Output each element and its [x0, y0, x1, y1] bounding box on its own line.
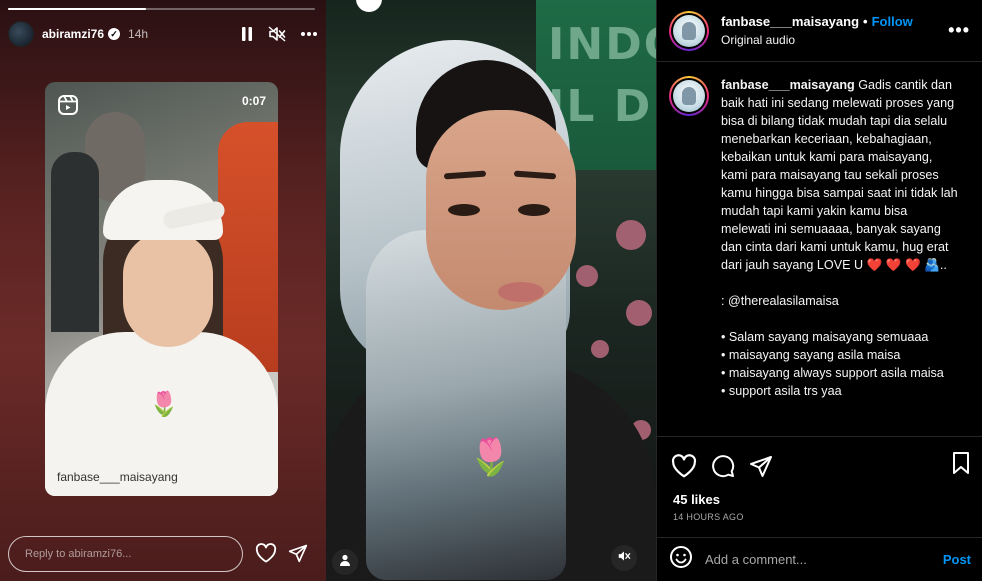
blossom [576, 265, 598, 287]
comment-icon[interactable] [711, 454, 735, 478]
muted-icon[interactable] [268, 26, 286, 42]
comment-input[interactable] [705, 552, 935, 567]
blossom [616, 220, 646, 250]
likes-count[interactable]: 45 likes [673, 492, 720, 507]
caption-bullet: • support asila trs yaa [721, 384, 842, 398]
share-icon[interactable] [749, 454, 773, 478]
caption-area: fanbase___maisayang Gadis cantik dan bai… [657, 62, 982, 435]
reels-icon [57, 94, 79, 121]
action-bar [657, 436, 982, 480]
more-options-button[interactable]: ••• [948, 20, 970, 41]
background-figure [218, 122, 278, 372]
heart-icon[interactable] [255, 543, 277, 568]
post-timestamp: 14 HOURS AGO [673, 512, 744, 522]
more-icon[interactable] [300, 31, 318, 37]
verified-badge-icon: ✓ [108, 28, 121, 40]
tulip-sticker: 🌷 [468, 436, 513, 477]
bookmark-icon[interactable] [951, 451, 971, 480]
story-reply-box[interactable] [8, 536, 243, 572]
caption-username[interactable]: fanbase___maisayang [721, 78, 855, 92]
caption-bullet: • Salam sayang maisayang semuaaa [721, 330, 929, 344]
send-icon[interactable] [288, 543, 308, 568]
caption-text: Gadis cantik dan baik hati ini sedang me… [721, 78, 958, 272]
like-heart-icon[interactable] [671, 453, 697, 478]
blossom [591, 340, 609, 358]
story-controls [240, 26, 318, 42]
comment-bar: Post [657, 537, 982, 581]
muted-icon [617, 549, 631, 567]
avatar[interactable] [669, 10, 709, 51]
photo-eye [448, 204, 480, 216]
avatar[interactable] [669, 76, 709, 116]
post-username[interactable]: fanbase___maisayang [721, 14, 859, 29]
pause-icon[interactable] [240, 26, 254, 42]
story-header: abiramzi76 ✓ 14h [8, 20, 318, 48]
caption-bullet: • maisayang always support asila maisa [721, 366, 944, 380]
caption-mention[interactable]: : @therealasilamaisa [721, 292, 959, 310]
post-comment-button[interactable]: Post [943, 552, 971, 567]
blossom [626, 300, 652, 326]
post-media[interactable]: INDO IL D 🌷 [326, 0, 656, 581]
shared-reel-card[interactable]: 0:07 🌷 fanbase___maisayang [45, 82, 278, 496]
audio-label[interactable]: Original audio [721, 33, 913, 47]
photo-face [123, 232, 213, 347]
photo-lips [498, 282, 544, 302]
emoji-icon[interactable] [669, 545, 693, 574]
post-header: fanbase___maisayang • Follow Original au… [657, 0, 982, 62]
tagged-users-button[interactable] [332, 549, 358, 575]
carousel-indicator [356, 0, 382, 12]
avatar[interactable] [8, 21, 34, 47]
photo-eye [518, 204, 550, 216]
caption-bullet: • maisayang sayang asila maisa [721, 348, 901, 362]
follow-button[interactable]: Follow [872, 14, 913, 29]
background-figure [51, 152, 99, 332]
story-time: 14h [128, 27, 149, 41]
story-progress-bar [8, 8, 315, 10]
story-username[interactable]: abiramzi76 [42, 27, 104, 41]
reel-duration: 0:07 [241, 94, 266, 108]
story-viewer: abiramzi76 ✓ 14h 0:07 🌷 fanbase___maisay… [0, 0, 326, 581]
tulip-sticker: 🌷 [149, 391, 179, 418]
story-progress-fill [8, 8, 147, 10]
mute-button[interactable] [611, 545, 637, 571]
separator-dot: • [863, 14, 868, 29]
reply-input[interactable] [25, 548, 226, 560]
user-icon [339, 553, 351, 571]
reel-credit: fanbase___maisayang [57, 470, 178, 484]
post-sidebar: fanbase___maisayang • Follow Original au… [656, 0, 982, 581]
post-header-text: fanbase___maisayang • Follow Original au… [721, 14, 913, 47]
caption: fanbase___maisayang Gadis cantik dan bai… [721, 76, 959, 435]
